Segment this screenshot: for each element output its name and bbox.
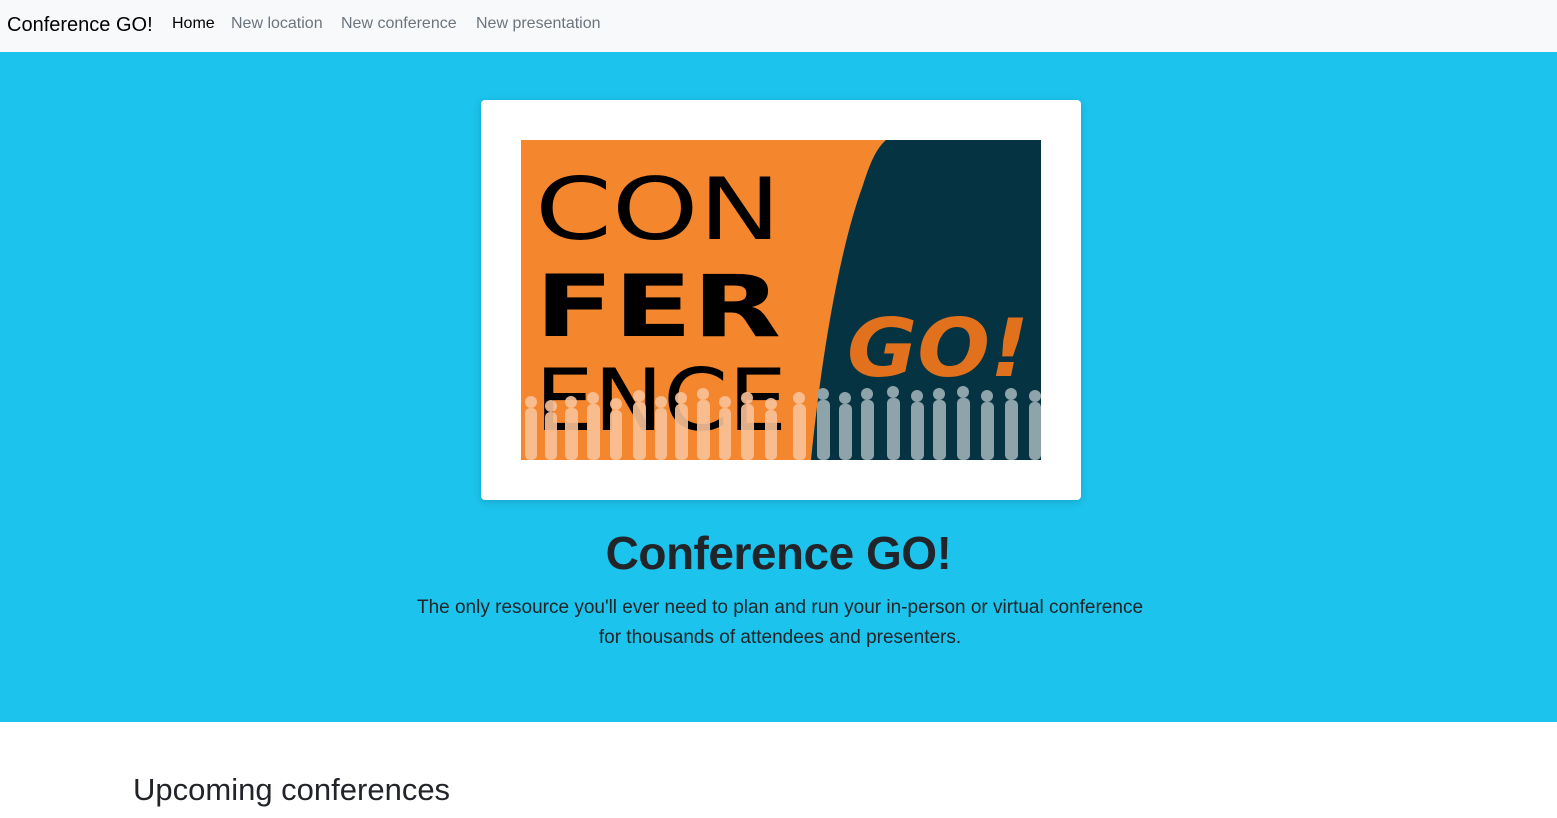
conference-go-logo: CON FER ENCE GO! [521, 140, 1041, 460]
logo-line1: CON [535, 160, 781, 260]
hero-lead: The only resource you'll ever need to pl… [403, 593, 1157, 653]
navbar: Conference GO! Home New location New con… [0, 0, 1557, 52]
logo-go: GO! [847, 302, 1029, 395]
brand-link[interactable]: Conference GO! [7, 13, 153, 37]
nav-new-presentation[interactable]: New presentation [476, 14, 601, 34]
logo-line2: FER [535, 257, 781, 357]
hero-lead-line1: The only resource you'll ever need to pl… [416, 597, 1144, 618]
nav-new-conference[interactable]: New conference [341, 14, 457, 34]
nav-new-location[interactable]: New location [231, 14, 323, 34]
logo-card: CON FER ENCE GO! [481, 100, 1081, 500]
nav-home[interactable]: Home [172, 14, 215, 34]
hero-section: CON FER ENCE GO! Conference GO! The only… [0, 52, 1557, 722]
hero-lead-line2: for thousands of attendees and presenter… [598, 627, 962, 648]
hero-title: Conference GO! [605, 527, 952, 579]
upcoming-conferences-heading: Upcoming conferences [133, 772, 451, 807]
